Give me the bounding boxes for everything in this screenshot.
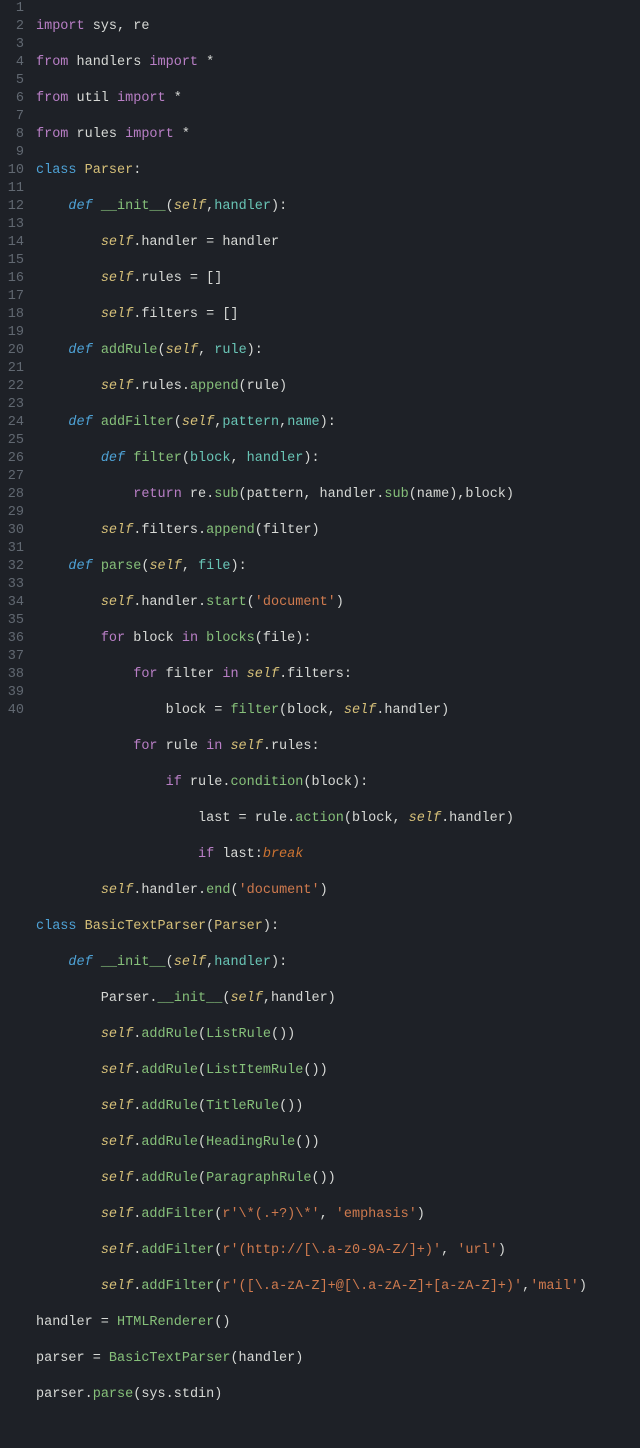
line-number: 36	[0, 630, 24, 648]
code-line[interactable]: self.handler = handler	[36, 234, 640, 252]
line-number: 25	[0, 432, 24, 450]
code-line[interactable]: import sys, re	[36, 18, 640, 36]
code-line[interactable]: Parser.__init__(self,handler)	[36, 990, 640, 1008]
line-number: 8	[0, 126, 24, 144]
code-line[interactable]: self.addRule(ListRule())	[36, 1026, 640, 1044]
code-line[interactable]: for rule in self.rules:	[36, 738, 640, 756]
code-line[interactable]: parser = BasicTextParser(handler)	[36, 1350, 640, 1368]
line-number: 21	[0, 360, 24, 378]
line-number: 30	[0, 522, 24, 540]
line-number: 33	[0, 576, 24, 594]
code-line[interactable]: def addRule(self, rule):	[36, 342, 640, 360]
line-number: 38	[0, 666, 24, 684]
line-number: 39	[0, 684, 24, 702]
line-number: 3	[0, 36, 24, 54]
line-number: 9	[0, 144, 24, 162]
line-number: 14	[0, 234, 24, 252]
code-line[interactable]: last = rule.action(block, self.handler)	[36, 810, 640, 828]
line-number: 17	[0, 288, 24, 306]
code-line[interactable]: def __init__(self,handler):	[36, 954, 640, 972]
line-number: 35	[0, 612, 24, 630]
line-number: 11	[0, 180, 24, 198]
line-number: 20	[0, 342, 24, 360]
line-number: 16	[0, 270, 24, 288]
code-line[interactable]: def addFilter(self,pattern,name):	[36, 414, 640, 432]
code-line[interactable]: self.rules.append(rule)	[36, 378, 640, 396]
line-number: 19	[0, 324, 24, 342]
line-number: 5	[0, 72, 24, 90]
line-number: 37	[0, 648, 24, 666]
code-line[interactable]: from handlers import *	[36, 54, 640, 72]
code-line[interactable]: def parse(self, file):	[36, 558, 640, 576]
code-line[interactable]: if rule.condition(block):	[36, 774, 640, 792]
line-number: 15	[0, 252, 24, 270]
line-number: 7	[0, 108, 24, 126]
code-line[interactable]: self.addRule(ParagraphRule())	[36, 1170, 640, 1188]
code-line[interactable]: self.addRule(ListItemRule())	[36, 1062, 640, 1080]
code-line[interactable]: parser.parse(sys.stdin)	[36, 1386, 640, 1404]
line-number: 27	[0, 468, 24, 486]
code-line[interactable]: self.handler.end('document')	[36, 882, 640, 900]
line-number: 6	[0, 90, 24, 108]
line-number: 10	[0, 162, 24, 180]
code-line[interactable]	[36, 1422, 640, 1440]
code-area[interactable]: import sys, re from handlers import * fr…	[36, 0, 640, 724]
code-line[interactable]: handler = HTMLRenderer()	[36, 1314, 640, 1332]
code-line[interactable]: self.addFilter(r'\*(.+?)\*', 'emphasis')	[36, 1206, 640, 1224]
line-number: 34	[0, 594, 24, 612]
code-line[interactable]: self.handler.start('document')	[36, 594, 640, 612]
code-line[interactable]: def filter(block, handler):	[36, 450, 640, 468]
line-number: 31	[0, 540, 24, 558]
code-line[interactable]: for filter in self.filters:	[36, 666, 640, 684]
line-number: 23	[0, 396, 24, 414]
line-number: 2	[0, 18, 24, 36]
code-line[interactable]: def __init__(self,handler):	[36, 198, 640, 216]
line-number: 1	[0, 0, 24, 18]
line-number: 12	[0, 198, 24, 216]
line-number-gutter: 1 2 3 4 5 6 7 8 9 10 11 12 13 14 15 16 1…	[0, 0, 36, 724]
code-line[interactable]: from util import *	[36, 90, 640, 108]
line-number: 4	[0, 54, 24, 72]
code-line[interactable]: self.filters = []	[36, 306, 640, 324]
code-line[interactable]: self.addFilter(r'(http://[\.a-z0-9A-Z/]+…	[36, 1242, 640, 1260]
code-line[interactable]: self.rules = []	[36, 270, 640, 288]
code-line[interactable]: if last:break	[36, 846, 640, 864]
line-number: 13	[0, 216, 24, 234]
code-line[interactable]: for block in blocks(file):	[36, 630, 640, 648]
code-line[interactable]: class BasicTextParser(Parser):	[36, 918, 640, 936]
line-number: 26	[0, 450, 24, 468]
line-number: 22	[0, 378, 24, 396]
code-line[interactable]: class Parser:	[36, 162, 640, 180]
code-line[interactable]: block = filter(block, self.handler)	[36, 702, 640, 720]
code-line[interactable]: self.addRule(HeadingRule())	[36, 1134, 640, 1152]
code-line[interactable]: self.addFilter(r'([\.a-zA-Z]+@[\.a-zA-Z]…	[36, 1278, 640, 1296]
line-number: 32	[0, 558, 24, 576]
line-number: 40	[0, 702, 24, 720]
code-line[interactable]: from rules import *	[36, 126, 640, 144]
line-number: 18	[0, 306, 24, 324]
code-line[interactable]: self.filters.append(filter)	[36, 522, 640, 540]
line-number: 24	[0, 414, 24, 432]
code-editor: 1 2 3 4 5 6 7 8 9 10 11 12 13 14 15 16 1…	[0, 0, 640, 724]
code-line[interactable]: return re.sub(pattern, handler.sub(name)…	[36, 486, 640, 504]
line-number: 29	[0, 504, 24, 522]
line-number: 28	[0, 486, 24, 504]
code-line[interactable]: self.addRule(TitleRule())	[36, 1098, 640, 1116]
